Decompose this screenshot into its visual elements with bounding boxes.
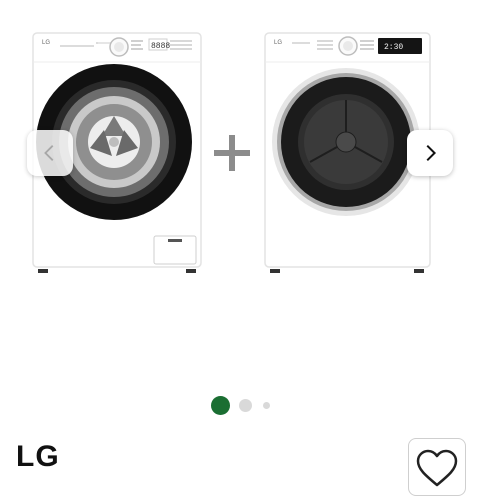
carousel-prev-button[interactable] — [27, 130, 73, 176]
pagination-dot-1[interactable] — [211, 396, 230, 415]
carousel-next-button[interactable] — [407, 130, 453, 176]
dryer-logo: LG — [274, 40, 282, 46]
plus-icon — [214, 135, 250, 171]
brand-name: LG — [16, 440, 60, 473]
pagination-dot-2[interactable] — [239, 399, 252, 412]
favorite-button[interactable] — [408, 438, 466, 496]
chevron-right-icon — [426, 144, 437, 162]
washer-display: 8888 — [151, 42, 170, 51]
washer-logo: LG — [42, 40, 50, 46]
chevron-left-icon — [44, 145, 54, 161]
product-image-carousel[interactable]: LG 8888 LG 2:30 — [0, 0, 480, 300]
dryer-display: 2:30 — [384, 43, 403, 52]
pagination-dot-3[interactable] — [263, 402, 270, 409]
heart-icon — [416, 449, 458, 487]
carousel-pagination — [0, 396, 480, 416]
